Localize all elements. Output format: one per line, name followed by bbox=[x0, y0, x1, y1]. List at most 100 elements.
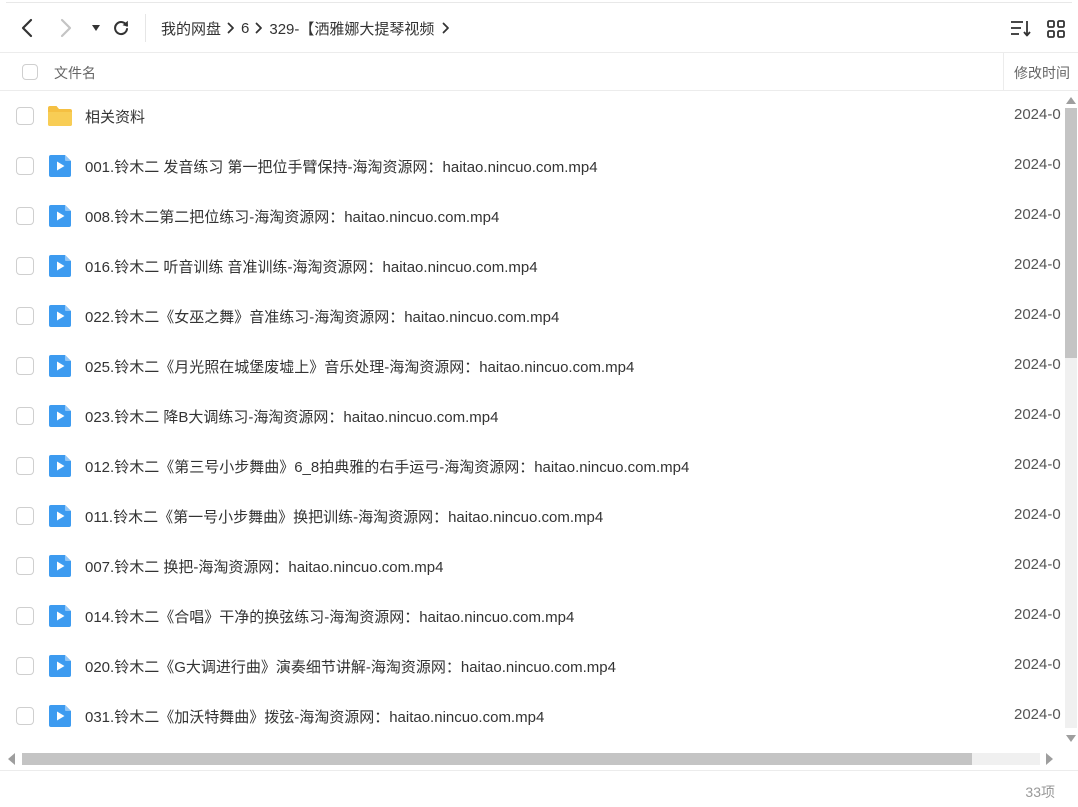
file-list: 相关资料 2024-0 001.铃木二 发音练习 第一把位手臂保持-海淘资源网：ha… bbox=[0, 91, 1064, 743]
modified-date: 2024-0 bbox=[1014, 556, 1061, 573]
modified-date: 2024-0 bbox=[1014, 606, 1061, 623]
modified-date: 2024-0 bbox=[1014, 356, 1061, 373]
file-row[interactable]: 008.铃木二第二把位练习-海淘资源网：haitao.nincuo.com.mp… bbox=[0, 191, 1064, 241]
row-checkbox[interactable] bbox=[16, 357, 34, 375]
file-name[interactable]: 014.铃木二《合唱》干净的换弦练习-海淘资源网：haitao.nincuo.c… bbox=[85, 606, 574, 627]
scrollbar-thumb[interactable] bbox=[1065, 108, 1077, 358]
row-checkbox[interactable] bbox=[16, 607, 34, 625]
video-file-icon bbox=[46, 604, 74, 628]
file-name[interactable]: 025.铃木二《月光照在城堡废墟上》音乐处理-海淘资源网：haitao.ninc… bbox=[85, 356, 634, 377]
refresh-button[interactable] bbox=[109, 16, 133, 40]
back-button[interactable] bbox=[15, 16, 39, 40]
video-file-icon bbox=[46, 154, 74, 178]
breadcrumb-item-root[interactable]: 我的网盘 bbox=[161, 18, 221, 39]
row-checkbox[interactable] bbox=[16, 407, 34, 425]
file-row[interactable]: 011.铃木二《第一号小步舞曲》换把训练-海淘资源网：haitao.nincuo… bbox=[0, 491, 1064, 541]
chevron-right-icon bbox=[221, 22, 241, 34]
item-count: 33项 bbox=[1025, 784, 1055, 800]
breadcrumb-item-folder[interactable]: 6 bbox=[241, 20, 249, 37]
modified-date: 2024-0 bbox=[1014, 706, 1061, 723]
scroll-right-arrow-icon[interactable] bbox=[1046, 753, 1053, 765]
row-checkbox[interactable] bbox=[16, 507, 34, 525]
vertical-scrollbar[interactable] bbox=[1064, 96, 1078, 744]
column-resize-handle[interactable] bbox=[1003, 53, 1004, 90]
file-row[interactable]: 020.铃木二《G大调进行曲》演奏细节讲解-海淘资源网：haitao.nincu… bbox=[0, 641, 1064, 691]
file-row[interactable]: 014.铃木二《合唱》干净的换弦练习-海淘资源网：haitao.nincuo.c… bbox=[0, 591, 1064, 641]
modified-date: 2024-0 bbox=[1014, 256, 1061, 273]
forward-button[interactable] bbox=[54, 16, 78, 40]
sort-button[interactable] bbox=[1009, 18, 1033, 40]
video-file-icon bbox=[46, 354, 74, 378]
file-row[interactable]: 025.铃木二《月光照在城堡废墟上》音乐处理-海淘资源网：haitao.ninc… bbox=[0, 341, 1064, 391]
file-row[interactable]: 031.铃木二《加沃特舞曲》拨弦-海淘资源网：haitao.nincuo.com… bbox=[0, 691, 1064, 741]
select-all-checkbox[interactable] bbox=[22, 64, 38, 80]
modified-date: 2024-0 bbox=[1014, 456, 1061, 473]
file-name[interactable]: 016.铃木二 听音训练 音准训练-海淘资源网：haitao.nincuo.co… bbox=[85, 256, 538, 277]
modified-date: 2024-0 bbox=[1014, 406, 1061, 423]
breadcrumb: 我的网盘 6 329-【洒雅娜大提琴视频 bbox=[161, 16, 456, 40]
refresh-icon bbox=[114, 20, 128, 36]
video-file-icon bbox=[46, 704, 74, 728]
toolbar: 我的网盘 6 329-【洒雅娜大提琴视频 bbox=[0, 6, 1078, 50]
horizontal-scrollbar[interactable] bbox=[0, 750, 1064, 766]
list-header: 文件名 修改时间 bbox=[0, 53, 1078, 90]
video-file-icon bbox=[46, 654, 74, 678]
grid-icon bbox=[1047, 20, 1065, 38]
file-row[interactable]: 001.铃木二 发音练习 第一把位手臂保持-海淘资源网：haitao.nincu… bbox=[0, 141, 1064, 191]
scroll-down-arrow-icon[interactable] bbox=[1066, 735, 1076, 742]
file-name[interactable]: 031.铃木二《加沃特舞曲》拨弦-海淘资源网：haitao.nincuo.com… bbox=[85, 706, 544, 727]
video-file-icon bbox=[46, 254, 74, 278]
row-checkbox[interactable] bbox=[16, 557, 34, 575]
file-name[interactable]: 012.铃木二《第三号小步舞曲》6_8拍典雅的右手运弓-海淘资源网：haitao… bbox=[85, 456, 689, 477]
folder-icon bbox=[46, 104, 74, 128]
row-checkbox[interactable] bbox=[16, 457, 34, 475]
row-checkbox[interactable] bbox=[16, 307, 34, 325]
video-file-icon bbox=[46, 304, 74, 328]
folder-row[interactable]: 相关资料 2024-0 bbox=[0, 91, 1064, 141]
grid-view-button[interactable] bbox=[1046, 19, 1066, 39]
modified-date: 2024-0 bbox=[1014, 156, 1061, 173]
file-row[interactable]: 012.铃木二《第三号小步舞曲》6_8拍典雅的右手运弓-海淘资源网：haitao… bbox=[0, 441, 1064, 491]
chevron-right-icon[interactable] bbox=[436, 22, 456, 34]
file-name[interactable]: 相关资料 bbox=[85, 106, 145, 127]
footer-divider bbox=[0, 770, 1078, 771]
row-checkbox[interactable] bbox=[16, 707, 34, 725]
file-name[interactable]: 022.铃木二《女巫之舞》音准练习-海淘资源网：haitao.nincuo.co… bbox=[85, 306, 559, 327]
file-row[interactable]: 016.铃木二 听音训练 音准训练-海淘资源网：haitao.nincuo.co… bbox=[0, 241, 1064, 291]
caret-down-icon bbox=[92, 25, 100, 31]
file-row[interactable]: 023.铃木二 降B大调练习-海淘资源网：haitao.nincuo.com.m… bbox=[0, 391, 1064, 441]
row-checkbox[interactable] bbox=[16, 207, 34, 225]
file-row[interactable]: 022.铃木二《女巫之舞》音准练习-海淘资源网：haitao.nincuo.co… bbox=[0, 291, 1064, 341]
chevron-right-icon bbox=[60, 18, 72, 38]
scroll-up-arrow-icon[interactable] bbox=[1066, 97, 1076, 104]
video-file-icon bbox=[46, 554, 74, 578]
file-name[interactable]: 007.铃木二 换把-海淘资源网：haitao.nincuo.com.mp4 bbox=[85, 556, 443, 577]
scrollbar-thumb[interactable] bbox=[22, 753, 972, 765]
toolbar-separator bbox=[145, 14, 146, 42]
column-header-date[interactable]: 修改时间 bbox=[1014, 63, 1070, 83]
video-file-icon bbox=[46, 404, 74, 428]
file-row[interactable]: 007.铃木二 换把-海淘资源网：haitao.nincuo.com.mp4 20… bbox=[0, 541, 1064, 591]
file-name[interactable]: 023.铃木二 降B大调练习-海淘资源网：haitao.nincuo.com.m… bbox=[85, 406, 498, 427]
file-name[interactable]: 011.铃木二《第一号小步舞曲》换把训练-海淘资源网：haitao.nincuo… bbox=[85, 506, 603, 527]
column-header-name[interactable]: 文件名 bbox=[54, 63, 96, 83]
modified-date: 2024-0 bbox=[1014, 656, 1061, 673]
breadcrumb-item-current[interactable]: 329-【洒雅娜大提琴视频 bbox=[269, 18, 434, 39]
file-name[interactable]: 001.铃木二 发音练习 第一把位手臂保持-海淘资源网：haitao.nincu… bbox=[85, 156, 598, 177]
history-dropdown-button[interactable] bbox=[84, 16, 108, 40]
row-checkbox[interactable] bbox=[16, 107, 34, 125]
sort-icon bbox=[1011, 21, 1031, 37]
modified-date: 2024-0 bbox=[1014, 206, 1061, 223]
video-file-icon bbox=[46, 204, 74, 228]
top-divider bbox=[6, 2, 1072, 3]
row-checkbox[interactable] bbox=[16, 257, 34, 275]
chevron-left-icon bbox=[21, 18, 33, 38]
file-name[interactable]: 020.铃木二《G大调进行曲》演奏细节讲解-海淘资源网：haitao.nincu… bbox=[85, 656, 616, 677]
file-name[interactable]: 008.铃木二第二把位练习-海淘资源网：haitao.nincuo.com.mp… bbox=[85, 206, 499, 227]
scroll-left-arrow-icon[interactable] bbox=[8, 753, 15, 765]
modified-date: 2024-0 bbox=[1014, 506, 1061, 523]
modified-date: 2024-0 bbox=[1014, 306, 1061, 323]
row-checkbox[interactable] bbox=[16, 157, 34, 175]
row-checkbox[interactable] bbox=[16, 657, 34, 675]
chevron-right-icon bbox=[249, 22, 269, 34]
